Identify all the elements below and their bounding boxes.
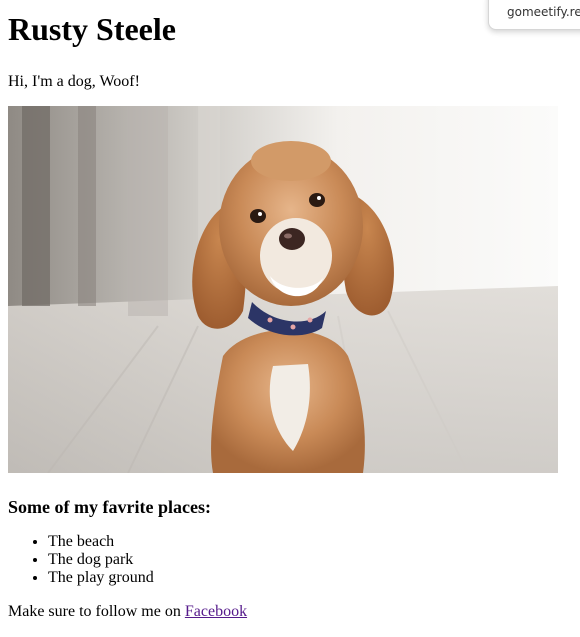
follow-text: Make sure to follow me on Facebook — [8, 603, 572, 621]
intro-text: Hi, I'm a dog, Woof! — [8, 73, 140, 90]
page-content: Rusty Steele Hi, I'm a dog, Woof! Some o… — [8, 0, 572, 621]
list-item: The dog park — [48, 551, 572, 569]
list-item: The play ground — [48, 569, 572, 587]
dog-photo — [8, 106, 558, 473]
follow-prefix: Make sure to follow me on — [8, 603, 185, 620]
facebook-link[interactable]: Facebook — [185, 603, 247, 620]
page-title: Rusty Steele — [8, 11, 176, 47]
places-heading: Some of my favrite places: — [8, 497, 211, 517]
places-list: The beach The dog park The play ground — [8, 533, 572, 587]
list-item: The beach — [48, 533, 572, 551]
